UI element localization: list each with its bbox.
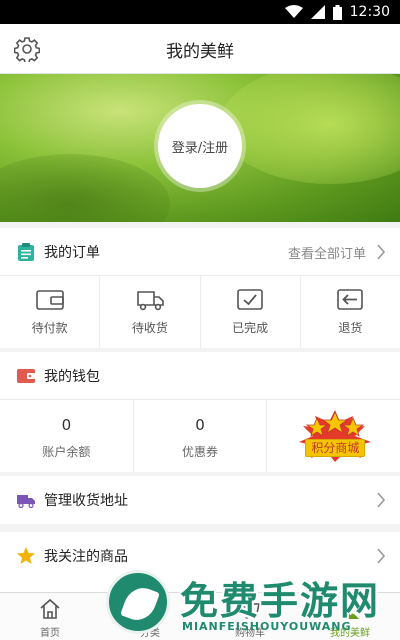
truck-icon [17,495,35,509]
favorites-title: 我关注的商品 [44,549,128,565]
tab-home[interactable]: 首页 [0,593,100,640]
status-time: 12:30 [349,4,390,20]
account-balance-value: 0 [61,416,72,434]
order-pending-payment[interactable]: 待付款 [0,276,101,348]
bottom-tab-bar: 首页 分类 购物车 我的美鲜 [0,592,400,640]
view-all-orders-link[interactable]: 查看全部订单 [288,243,366,262]
title-bar: 我的美鲜 [0,24,400,74]
account-balance[interactable]: 0 账户余额 [0,400,134,472]
wallet-red-icon [17,369,35,383]
check-box-icon [237,289,263,310]
order-status-label: 退货 [338,321,363,335]
coupon-value: 0 [195,416,205,434]
address-header[interactable]: 管理收货地址 [0,476,400,524]
wallet-grid: 0 账户余额 0 优惠券 积分商城 [0,400,400,472]
orders-section: 我的订单 查看全部订单 待付款 待收货 已完成 退货 [0,228,400,348]
points-mall-button[interactable]: 积分商城 [267,400,400,472]
order-pending-delivery[interactable]: 待收货 [100,276,201,348]
order-returns[interactable]: 退货 [301,276,400,348]
login-register-label: 登录/注册 [171,140,229,156]
wallet-title: 我的钱包 [44,369,100,385]
tab-label: 我的美鲜 [330,628,370,639]
wallet-icon [35,290,64,310]
banner-highlight [220,74,400,184]
account-balance-label: 账户余额 [42,445,91,459]
coupon-label: 优惠券 [182,445,219,459]
order-completed[interactable]: 已完成 [201,276,301,348]
delivery-truck-icon [137,291,164,311]
tab-label: 购物车 [235,628,265,639]
order-status-grid: 待付款 待收货 已完成 退货 [0,276,400,348]
battery-icon [332,4,342,20]
orders-title: 我的订单 [44,245,100,261]
banner-shade [0,154,170,222]
return-icon [337,289,364,310]
favorites-header[interactable]: 我关注的商品 [0,532,400,580]
address-row[interactable]: 管理收货地址 [0,476,400,524]
home-icon [40,598,60,619]
wallet-header[interactable]: 我的钱包 [0,352,400,400]
status-bar: 12:30 [0,0,400,24]
login-register-button[interactable]: 登录/注册 [158,104,242,188]
address-title: 管理收货地址 [44,493,128,509]
order-status-label: 待付款 [31,321,68,335]
tab-cart[interactable]: 购物车 [200,593,300,640]
page-title: 我的美鲜 [166,42,234,62]
wallet-section: 我的钱包 0 账户余额 0 优惠券 积分商城 [0,352,400,472]
star-icon [17,547,35,564]
chevron-right-icon [377,492,386,508]
tab-label: 分类 [140,628,160,639]
tab-my-profile[interactable]: 我的美鲜 [300,593,400,640]
favorites-row[interactable]: 我关注的商品 [0,532,400,592]
wifi-icon [284,5,303,18]
chevron-right-icon [377,548,386,564]
order-status-label: 已完成 [232,321,269,335]
order-status-label: 待收货 [131,321,168,335]
tab-category[interactable]: 分类 [100,593,200,640]
coupons[interactable]: 0 优惠券 [134,400,268,472]
signal-icon [310,5,325,19]
orders-header[interactable]: 我的订单 查看全部订单 [0,228,400,276]
tab-label: 首页 [40,628,60,639]
user-icon [341,600,359,619]
chevron-right-icon [377,244,386,260]
clipboard-icon [18,243,34,261]
cart-icon [240,600,260,619]
points-mall-label: 积分商城 [305,439,366,457]
category-icon [140,599,160,619]
